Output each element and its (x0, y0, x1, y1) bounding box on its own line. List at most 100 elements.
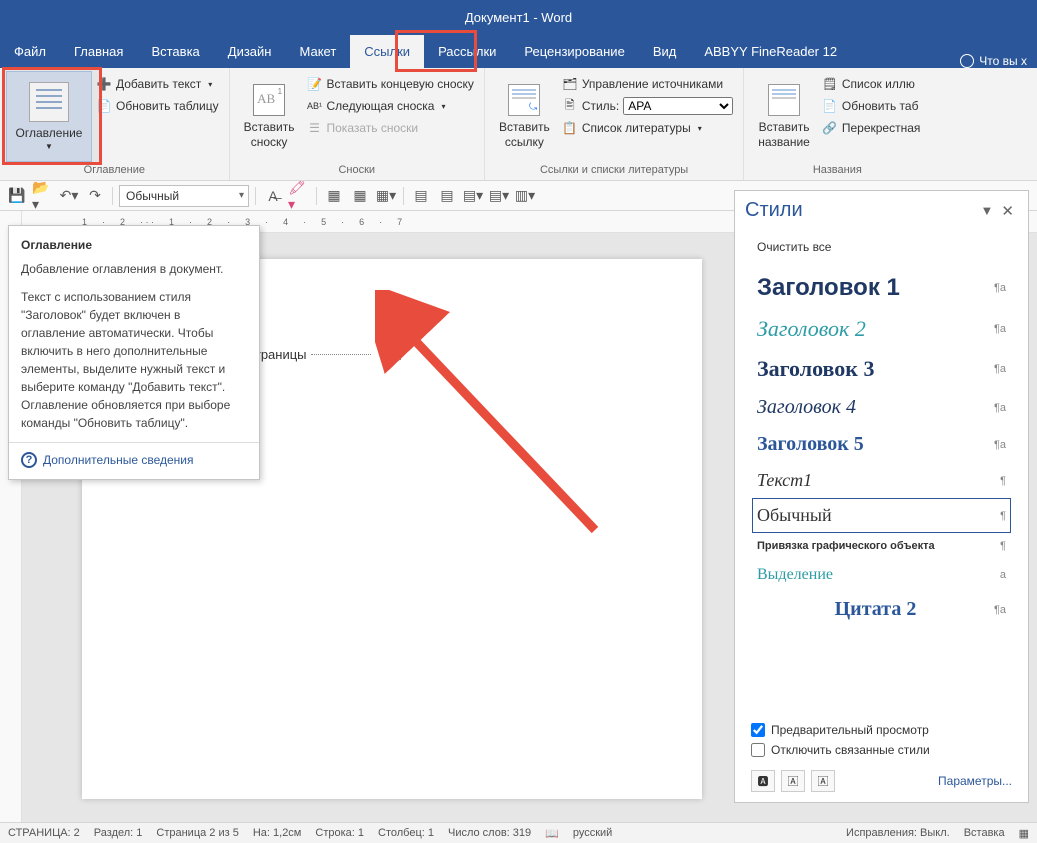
add-text-button[interactable]: ➕Добавить текст▾ (92, 73, 223, 95)
table-2-button[interactable]: ▦ (349, 185, 371, 207)
style-item[interactable]: Заголовок 5¶a (753, 427, 1010, 462)
list-icon: 🗒 (822, 76, 838, 92)
disable-linked-checkbox[interactable]: Отключить связанные стили (751, 740, 1012, 760)
open-button[interactable]: 📂▾ (32, 185, 54, 207)
style-icon: 🖹 (562, 98, 578, 114)
tooltip-title: Оглавление (21, 236, 247, 254)
group-title-citations: Ссылки и списки литературы (491, 162, 737, 180)
manage-sources-button[interactable]: 🗂Управление источниками (558, 73, 737, 95)
biblio-icon: 📋 (562, 120, 578, 136)
list-figures-button[interactable]: 🗒Список иллю (818, 73, 925, 95)
pane-options-icon[interactable]: ▼ (977, 203, 998, 218)
tab-references[interactable]: Ссылки (350, 35, 424, 68)
style-item[interactable]: Заголовок 3¶a (753, 350, 1010, 388)
group-captions: Вставить название 🗒Список иллю 📄Обновить… (744, 68, 930, 180)
save-button[interactable]: 💾 (6, 185, 28, 207)
update-captions-button[interactable]: 📄Обновить таб (818, 95, 925, 117)
status-at[interactable]: На: 1,2см (253, 827, 302, 839)
status-insert[interactable]: Вставка (964, 827, 1005, 839)
style-item[interactable]: Заголовок 2¶a (753, 310, 1010, 348)
header-1-button[interactable]: ▤ (410, 185, 432, 207)
status-page[interactable]: СТРАНИЦА: 2 (8, 827, 80, 839)
highlight-button[interactable]: 🖍▾ (288, 185, 310, 207)
tab-insert[interactable]: Вставка (137, 35, 213, 68)
status-lang[interactable]: русский (573, 827, 612, 839)
style-item[interactable]: Заголовок 1¶a (753, 268, 1010, 308)
add-icon: ➕ (96, 76, 112, 92)
toc-icon (29, 82, 69, 122)
toc-button-label: Оглавление (16, 126, 83, 140)
style-item[interactable]: Текст1¶ (753, 464, 1010, 497)
pane-header: Стили ▼ ✕ (735, 191, 1028, 234)
show-notes-button[interactable]: ☰Показать сноски (303, 117, 478, 139)
tab-home[interactable]: Главная (60, 35, 137, 68)
toc-button[interactable]: Оглавление ▼ (6, 71, 92, 162)
insert-citation-button[interactable]: ⤿ Вставить ссылку (491, 71, 558, 162)
clear-formatting-button[interactable]: A̶ (262, 185, 284, 207)
insert-endnote-button[interactable]: 📝Вставить концевую сноску (303, 73, 478, 95)
title-bar: Документ1 - Word (0, 0, 1037, 35)
redo-button[interactable]: ↷ (84, 185, 106, 207)
insert-footnote-button[interactable]: 1 Вставить сноску (236, 71, 303, 162)
style-inspector-button[interactable]: 🄰 (781, 770, 805, 792)
bibliography-button[interactable]: 📋Список литературы▾ (558, 117, 737, 139)
dropdown-icon: ▾ (208, 80, 212, 89)
macros-icon[interactable]: ▦ (1019, 827, 1029, 840)
status-section[interactable]: Раздел: 1 (94, 827, 143, 839)
cross-reference-button[interactable]: 🔗Перекрестная (818, 117, 925, 139)
tooltip-help-link[interactable]: ? Дополнительные сведения (21, 451, 247, 469)
header-2-button[interactable]: ▤ (436, 185, 458, 207)
citation-style-select[interactable]: APA (623, 97, 733, 115)
manage-styles-button[interactable]: 🄰 (811, 770, 835, 792)
tell-me-box[interactable]: Что вы х (950, 54, 1037, 68)
group-toc: Оглавление ▼ ➕Добавить текст▾ 📄Обновить … (0, 68, 230, 180)
bulb-icon (960, 54, 974, 68)
window-title: Документ1 - Word (465, 10, 572, 25)
tab-review[interactable]: Рецензирование (510, 35, 638, 68)
status-col[interactable]: Столбец: 1 (378, 827, 434, 839)
insert-footnote-label: Вставить сноску (244, 120, 295, 149)
status-words[interactable]: Число слов: 319 (448, 827, 531, 839)
style-item[interactable]: Цитата 2¶a (753, 592, 1010, 627)
pane-body: Очистить все Заголовок 1¶aЗаголовок 2¶aЗ… (735, 234, 1028, 710)
style-item[interactable]: Привязка графического объекта¶ (753, 534, 1010, 558)
tab-file[interactable]: Файл (0, 35, 60, 68)
header-4-button[interactable]: ▤▾ (488, 185, 510, 207)
style-item[interactable]: Заголовок 4¶a (753, 390, 1010, 425)
undo-button[interactable]: ↶▾ (58, 185, 80, 207)
header-3-button[interactable]: ▤▾ (462, 185, 484, 207)
tab-abbyy[interactable]: ABBYY FineReader 12 (690, 35, 851, 68)
table-1-button[interactable]: ▦ (323, 185, 345, 207)
group-title-toc: Оглавление (6, 162, 223, 180)
next-footnote-button[interactable]: AB¹Следующая сноска▾ (303, 95, 478, 117)
clear-all-item[interactable]: Очистить все (753, 234, 1010, 260)
status-row[interactable]: Строка: 1 (315, 827, 364, 839)
sources-icon: 🗂 (562, 76, 578, 92)
proofing-icon[interactable]: 📖 (545, 827, 559, 840)
status-page-of[interactable]: Страница 2 из 5 (156, 827, 238, 839)
tab-design[interactable]: Дизайн (214, 35, 286, 68)
tab-view[interactable]: Вид (639, 35, 691, 68)
tell-me-text: Что вы х (979, 54, 1027, 68)
pane-close-icon[interactable]: ✕ (997, 202, 1018, 220)
tab-mailings[interactable]: Рассылки (424, 35, 510, 68)
insert-button[interactable]: ▥▾ (514, 185, 536, 207)
style-selector[interactable]: Обычный (119, 185, 249, 207)
tooltip-text-2: Текст с использованием стиля "Заголовок"… (21, 288, 247, 432)
status-track[interactable]: Исправления: Выкл. (846, 827, 950, 839)
group-citations: ⤿ Вставить ссылку 🗂Управление источникам… (485, 68, 744, 180)
pane-options-link[interactable]: Параметры... (938, 774, 1012, 788)
preview-checkbox[interactable]: Предварительный просмотр (751, 720, 1012, 740)
style-item[interactable]: Выделениеa (753, 560, 1010, 590)
insert-caption-button[interactable]: Вставить название (750, 71, 818, 162)
new-style-button[interactable]: 🅰 (751, 770, 775, 792)
help-icon: ? (21, 452, 37, 468)
caption-icon (768, 84, 800, 116)
table-3-button[interactable]: ▦▾ (375, 185, 397, 207)
style-item[interactable]: Обычный¶ (753, 499, 1010, 532)
endnote-icon: 📝 (307, 76, 323, 92)
update-table-button[interactable]: 📄Обновить таблицу (92, 95, 223, 117)
tab-layout[interactable]: Макет (285, 35, 350, 68)
tooltip-text-1: Добавление оглавления в документ. (21, 260, 247, 278)
toc-tooltip: Оглавление Добавление оглавления в докум… (8, 225, 260, 480)
